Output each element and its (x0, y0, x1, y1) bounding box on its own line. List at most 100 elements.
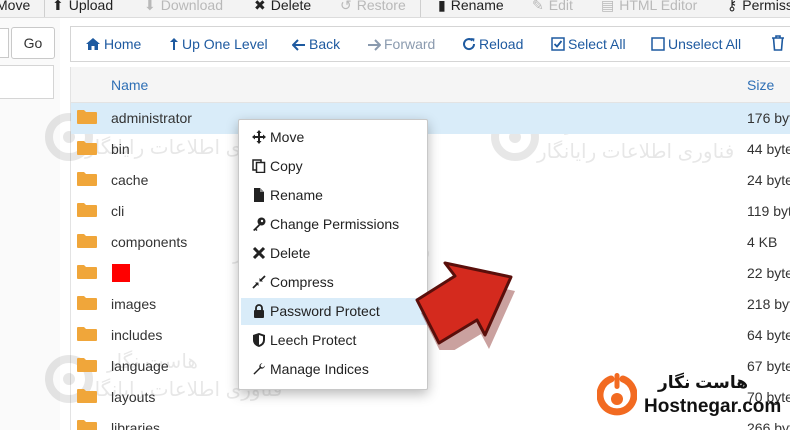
restore-icon: ↺ (340, 0, 352, 13)
logo-text-en: Hostnegar.com (644, 396, 782, 417)
toolbar-restore-button[interactable]: ↺ Restore (340, 0, 406, 15)
home-icon (86, 38, 100, 50)
hostnegar-logo-icon (597, 373, 637, 416)
file-icon (254, 188, 264, 202)
table-header: Name Size (71, 67, 790, 103)
reload-button[interactable]: Reload (462, 35, 523, 53)
folder-icon (77, 110, 97, 124)
pointer-arrow-icon (415, 261, 515, 350)
rename-icon: ▮ (438, 0, 446, 13)
key-icon: ⚷ (727, 0, 738, 13)
logo-text-fa: هاست نگار (658, 373, 749, 392)
file-name[interactable]: libraries (111, 420, 160, 430)
toolbar-divider (44, 0, 45, 17)
hostnegar-logo: هاست نگار Hostnegar.com (592, 371, 782, 423)
folder-icon (77, 420, 97, 430)
html-editor-icon: ▤ (601, 0, 615, 13)
table-row[interactable]: bin 44 bytes (71, 134, 790, 165)
navigation-bar: Home Up One Level Back Forward Reload Se… (70, 26, 790, 62)
context-menu-delete[interactable]: Delete (241, 240, 427, 267)
table-row[interactable]: administrator 176 bytes (71, 103, 790, 134)
upload-icon: ⬆ (52, 0, 64, 13)
toolbar-download-button[interactable]: ⬇ Download (144, 0, 223, 15)
folder-icon (77, 265, 97, 279)
context-menu-manage-indices[interactable]: Manage Indices (241, 356, 427, 383)
file-size: 64 bytes (747, 327, 790, 343)
copy-icon (252, 159, 266, 173)
home-button[interactable]: Home (85, 35, 141, 53)
download-icon: ⬇ (144, 0, 156, 13)
column-header-size[interactable]: Size (747, 77, 774, 93)
left-panel: Go (0, 18, 60, 430)
file-size: 44 bytes (747, 141, 790, 157)
context-menu-password-protect[interactable]: Password Protect (241, 298, 427, 325)
context-menu-rename[interactable]: Rename (241, 182, 427, 209)
folder-icon (77, 172, 97, 186)
context-menu-change-permissions[interactable]: Change Permissions (241, 211, 427, 238)
select-all-button[interactable]: Select All (551, 35, 626, 53)
directory-tree[interactable] (0, 65, 54, 99)
trash-icon (772, 35, 784, 51)
toolbar-move-button[interactable]: Move (0, 0, 30, 15)
compress-icon (252, 275, 266, 289)
x-icon (252, 246, 266, 260)
file-name[interactable]: components (111, 234, 187, 250)
pencil-icon: ✎ (532, 0, 544, 13)
toolbar-divider (420, 0, 421, 17)
context-menu-move[interactable]: Move (241, 124, 427, 151)
trash-button[interactable] (771, 35, 788, 53)
file-name[interactable]: layouts (111, 389, 155, 405)
table-row[interactable]: cache 24 bytes (71, 165, 790, 196)
context-menu-compress[interactable]: Compress (241, 269, 427, 296)
folder-icon (77, 296, 97, 310)
unselect-all-button[interactable]: Unselect All (651, 35, 741, 53)
file-size: 4 KB (747, 234, 778, 250)
file-size: 24 bytes (747, 172, 790, 188)
folder-icon (77, 327, 97, 341)
context-menu-leech-protect[interactable]: Leech Protect (241, 327, 427, 354)
toolbar-delete-button[interactable]: ✖ Delete (254, 0, 311, 15)
checkbox-empty-icon (651, 37, 665, 51)
arrow-right-icon (368, 39, 382, 51)
toolbar: Move ⬆Upload ⬇Download ✖Delete ↺Restore … (0, 0, 790, 18)
file-name[interactable]: language (111, 358, 169, 374)
move-arrows-icon (252, 130, 266, 144)
toolbar-edit-button[interactable]: ✎ Edit (532, 0, 573, 15)
go-button[interactable]: Go (11, 27, 55, 59)
key-icon (253, 217, 266, 231)
lock-icon (254, 304, 264, 318)
column-header-name[interactable]: Name (111, 77, 148, 93)
toolbar-rename-button[interactable]: ▮ Rename (438, 0, 504, 15)
file-size: 218 bytes (747, 296, 790, 312)
file-name[interactable]: images (111, 296, 156, 312)
redacted-name-box (112, 264, 130, 282)
up-one-level-button[interactable]: Up One Level (169, 35, 268, 53)
context-menu: Move Copy Rename Change Permissions Dele… (238, 119, 428, 390)
delete-icon: ✖ (254, 0, 266, 13)
file-name[interactable]: includes (111, 327, 162, 343)
file-name[interactable]: cli (111, 203, 124, 219)
file-size: 119 bytes (747, 203, 790, 219)
arrow-left-icon (291, 39, 305, 51)
checkbox-checked-icon (551, 37, 565, 51)
toolbar-html-editor-button[interactable]: ▤ HTML Editor (601, 0, 697, 15)
forward-button[interactable]: Forward (367, 35, 435, 53)
file-name[interactable]: bin (111, 141, 130, 157)
file-name[interactable]: administrator (111, 110, 192, 126)
path-input[interactable] (0, 28, 9, 58)
file-size: 176 bytes (747, 110, 790, 126)
toolbar-upload-button[interactable]: ⬆ Upload (52, 0, 113, 15)
toolbar-permissions-button[interactable]: ⚷Permissions (727, 0, 790, 15)
back-button[interactable]: Back (291, 35, 340, 53)
shield-icon (253, 333, 265, 347)
table-row[interactable]: cli 119 bytes (71, 196, 790, 227)
folder-icon (77, 358, 97, 372)
wrench-icon (253, 363, 265, 375)
folder-icon (77, 234, 97, 248)
reload-icon (463, 38, 476, 51)
level-up-icon (170, 38, 178, 50)
folder-icon (77, 141, 97, 155)
file-name[interactable]: cache (111, 172, 148, 188)
context-menu-copy[interactable]: Copy (241, 153, 427, 180)
folder-icon (77, 389, 97, 403)
